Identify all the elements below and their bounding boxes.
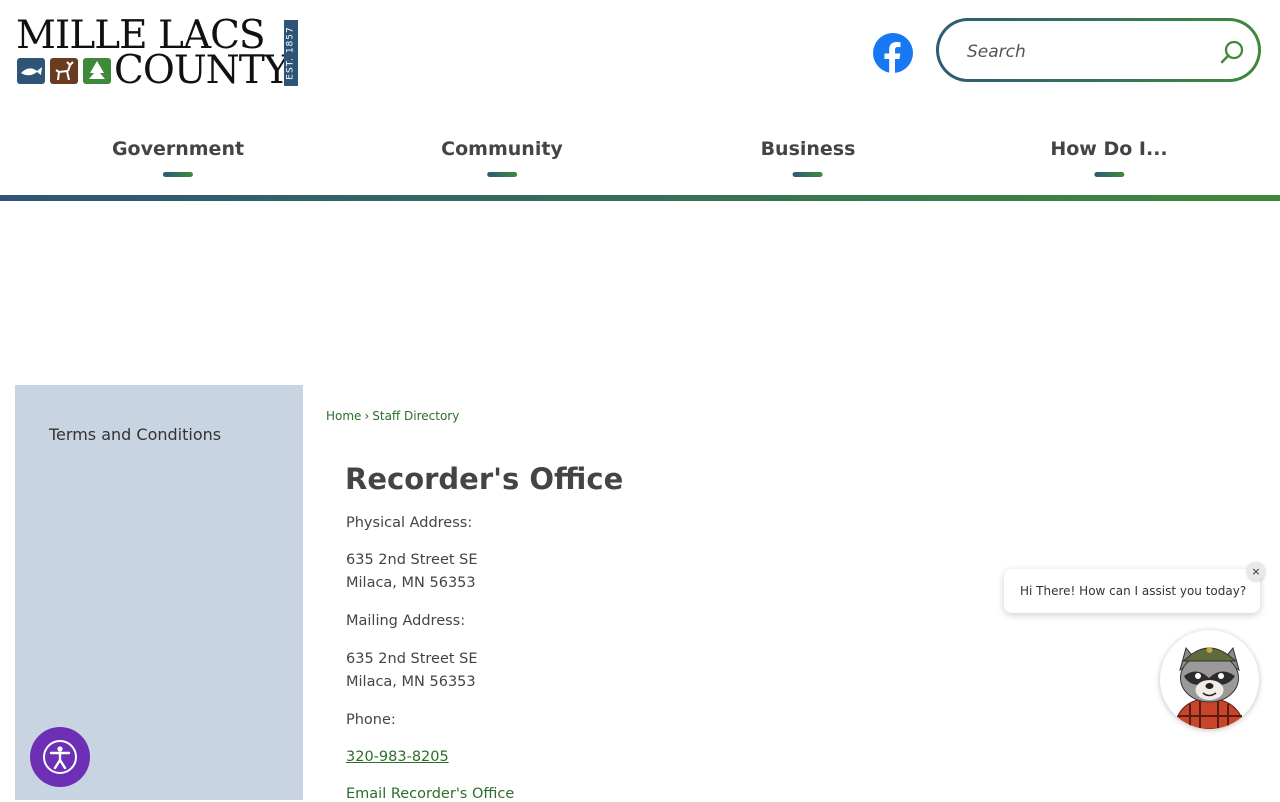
phone-link[interactable]: 320-983-8205 xyxy=(346,749,449,765)
search-input[interactable] xyxy=(965,37,1209,67)
search-icon[interactable] xyxy=(1219,39,1245,65)
chat-greeting[interactable]: Hi There! How can I assist you today? xyxy=(1004,569,1260,613)
breadcrumb-separator: › xyxy=(364,409,370,423)
physical-address-label: Physical Address: xyxy=(346,515,473,531)
physical-address-line2: Milaca, MN 56353 xyxy=(346,575,476,591)
tree-icon xyxy=(83,58,111,84)
nav-how-do-i[interactable]: How Do I... xyxy=(1050,138,1168,177)
nav-community[interactable]: Community xyxy=(441,138,563,177)
mailing-address-line1: 635 2nd Street SE xyxy=(346,651,478,667)
breadcrumb: Home › Staff Directory xyxy=(326,409,459,423)
fish-icon xyxy=(17,58,45,84)
nav-divider xyxy=(0,195,1280,201)
county-logo[interactable]: MILLE LACS COUNTY EST. 1857 xyxy=(16,16,300,93)
breadcrumb-staff-directory[interactable]: Staff Directory xyxy=(372,409,459,423)
nav-business[interactable]: Business xyxy=(761,138,855,177)
search-box[interactable] xyxy=(936,18,1261,82)
mailing-address-line2: Milaca, MN 56353 xyxy=(346,674,476,690)
mailing-address-label: Mailing Address: xyxy=(346,613,466,629)
phone-label: Phone: xyxy=(346,712,396,728)
main-nav: Government Community Business How Do I..… xyxy=(0,128,1280,188)
raccoon-avatar-icon[interactable] xyxy=(1160,630,1259,729)
physical-address-line1: 635 2nd Street SE xyxy=(346,552,478,568)
chat-close-icon[interactable]: × xyxy=(1247,562,1265,580)
logo-established: EST. 1857 xyxy=(284,20,298,86)
accessibility-icon[interactable] xyxy=(30,727,90,787)
deer-icon xyxy=(50,58,78,84)
breadcrumb-home[interactable]: Home xyxy=(326,409,361,423)
nav-government[interactable]: Government xyxy=(112,138,244,177)
logo-line2: COUNTY xyxy=(114,48,290,93)
facebook-icon[interactable] xyxy=(872,32,914,74)
chat-greeting-text: Hi There! How can I assist you today? xyxy=(1020,584,1247,598)
sidebar-item-terms[interactable]: Terms and Conditions xyxy=(49,425,221,444)
page-title: Recorder's Office xyxy=(345,462,624,496)
